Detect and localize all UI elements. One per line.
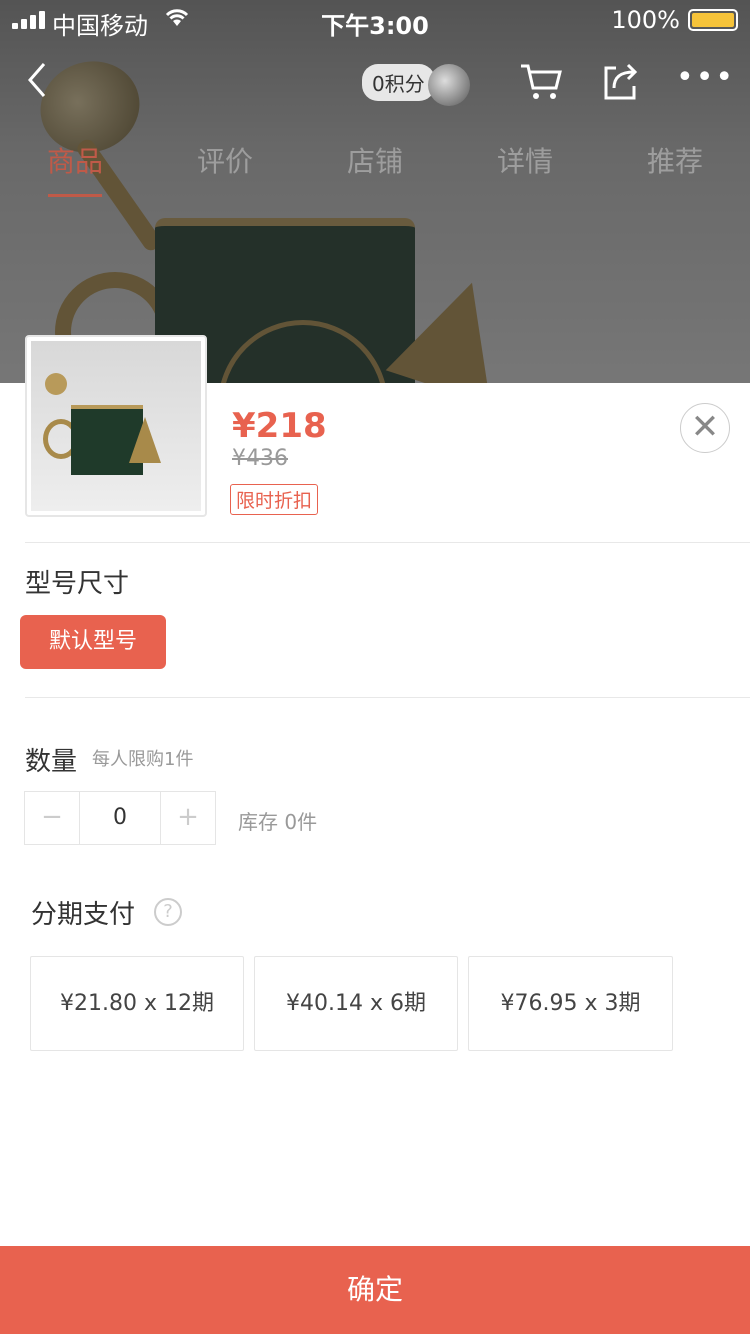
- stock-label: 库存 0件: [238, 810, 318, 834]
- tab-reviews[interactable]: 评价: [150, 140, 300, 200]
- installment-plan-6[interactable]: ¥40.14 x 6期: [254, 956, 458, 1051]
- top-nav: 0积分 •••: [0, 52, 750, 116]
- close-button[interactable]: ✕: [680, 403, 730, 453]
- divider: [25, 697, 750, 698]
- quantity-stepper: − 0 +: [24, 791, 216, 845]
- tab-store[interactable]: 店铺: [300, 140, 450, 200]
- battery-percent: 100%: [611, 6, 680, 34]
- divider: [25, 542, 750, 543]
- installment-plan-3[interactable]: ¥76.95 x 3期: [468, 956, 673, 1051]
- sku-selector-sheet: [0, 383, 750, 1334]
- quantity-limit-hint: 每人限购1件: [92, 749, 194, 770]
- product-tabs: 商品 评价 店铺 详情 推荐: [0, 140, 750, 200]
- installment-title: 分期支付: [31, 900, 136, 930]
- confirm-button[interactable]: 确定: [0, 1246, 750, 1334]
- increment-button[interactable]: +: [161, 792, 215, 844]
- chevron-left-icon[interactable]: [26, 60, 48, 110]
- close-icon: ✕: [690, 407, 720, 447]
- battery-icon: [688, 9, 738, 31]
- avatar[interactable]: [428, 64, 470, 106]
- spec-title: 型号尺寸: [25, 569, 130, 599]
- tab-details[interactable]: 详情: [450, 140, 600, 200]
- tab-recommend[interactable]: 推荐: [600, 140, 750, 200]
- discount-badge: 限时折扣: [230, 484, 319, 515]
- cart-icon[interactable]: [518, 58, 564, 108]
- decrement-button[interactable]: −: [25, 792, 79, 844]
- quantity-input[interactable]: 0: [79, 792, 161, 844]
- more-icon[interactable]: •••: [676, 60, 735, 95]
- share-icon[interactable]: [600, 60, 640, 106]
- product-thumbnail: [25, 335, 207, 517]
- product-price: ¥218: [232, 406, 327, 446]
- tab-goods[interactable]: 商品: [0, 140, 150, 200]
- status-bar: 中国移动 下午3:00 100%: [0, 0, 750, 40]
- spec-option-default[interactable]: 默认型号: [20, 615, 166, 669]
- original-price: ¥436: [232, 446, 288, 471]
- installment-plan-12[interactable]: ¥21.80 x 12期: [30, 956, 244, 1051]
- points-badge[interactable]: 0积分: [362, 64, 435, 101]
- help-icon[interactable]: ?: [154, 898, 182, 926]
- quantity-title: 数量: [25, 747, 78, 777]
